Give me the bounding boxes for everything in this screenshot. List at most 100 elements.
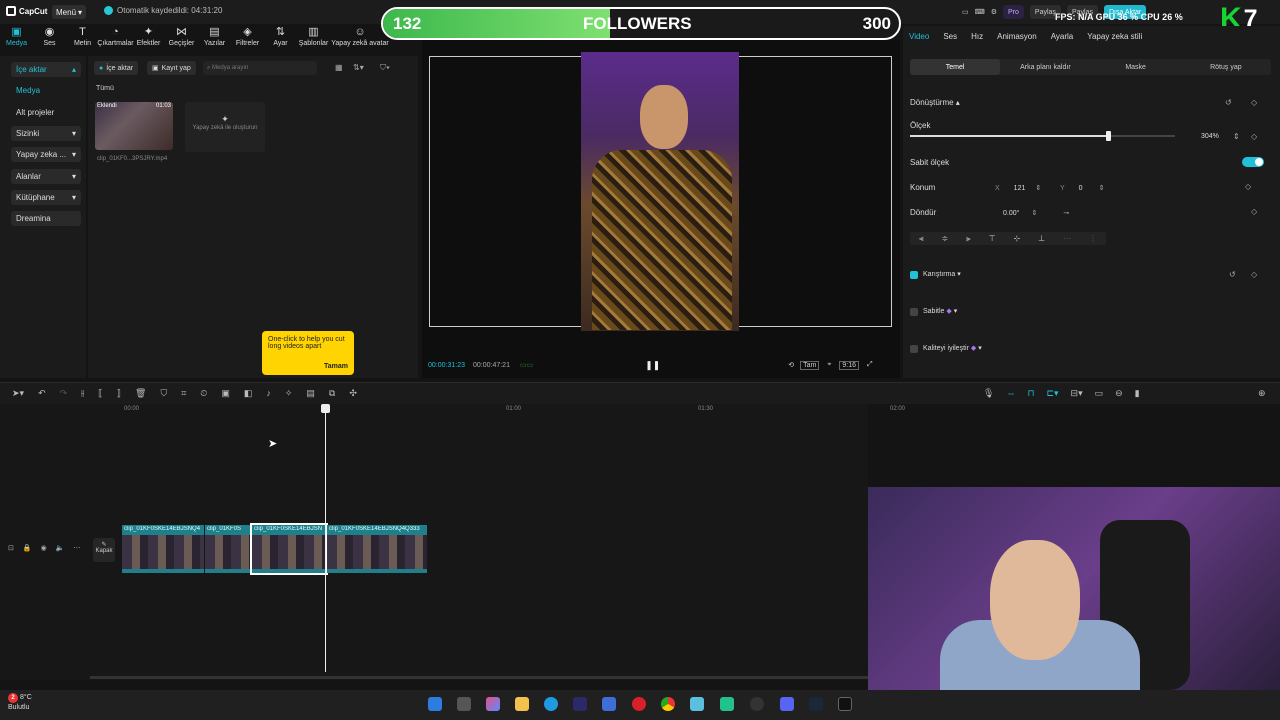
properties-subtab[interactable]: Rötuş yap	[1181, 59, 1271, 75]
select-tool-icon[interactable]: ➤▾	[12, 388, 24, 399]
edge-icon[interactable]	[544, 697, 558, 711]
app-icon[interactable]	[690, 697, 704, 711]
timeline-clip-selected[interactable]: clip_01KF0SKE14EBJSN	[250, 523, 328, 575]
export-frame-icon[interactable]: ⧉	[329, 388, 335, 399]
cover-button[interactable]: ✎ Kapak	[93, 538, 115, 562]
task-view-icon[interactable]	[457, 697, 471, 711]
playhead-handle[interactable]	[321, 404, 330, 413]
keyframe-icon[interactable]: ◇	[1251, 270, 1257, 279]
microphone-icon[interactable]: 🎙	[983, 388, 994, 399]
tab-3[interactable]: ◔ Çıkartmalar	[97, 26, 133, 52]
keyframe-icon[interactable]: ◇	[1251, 132, 1257, 141]
whatsapp-icon[interactable]	[720, 697, 734, 711]
split-icon[interactable]: ⫲	[81, 388, 84, 399]
rotate-dial-icon[interactable]: ⊸	[1063, 209, 1069, 217]
nav-spaces[interactable]: Alanlar ▾	[11, 169, 81, 184]
blend-checkbox[interactable]	[910, 271, 918, 279]
fit-button[interactable]: Tam	[800, 360, 820, 370]
link-icon[interactable]: ⇔	[1006, 388, 1015, 399]
zoom-out-icon[interactable]: ⊖	[1115, 388, 1123, 399]
distribute-h-icon[interactable]: ⋯	[1063, 234, 1071, 243]
timeline-clip[interactable]: clip_01KF0S	[205, 525, 251, 573]
track-toggle-icon[interactable]: ⊡	[8, 544, 14, 552]
position-x-field[interactable]: X 121 ⇕	[995, 182, 1041, 194]
rotate-field[interactable]: 0.00° ⇕ ⊸	[1003, 207, 1069, 219]
scale-slider[interactable]	[910, 131, 1175, 141]
discord-icon[interactable]	[780, 697, 794, 711]
tab-1[interactable]: ◉ Ses	[33, 26, 66, 52]
layout-icon[interactable]: ▭	[962, 8, 969, 16]
nav-library[interactable]: Kütüphane ▾	[11, 190, 81, 205]
nav-subprojects[interactable]: Alt projeler	[11, 105, 81, 120]
snap-icon[interactable]: ⊏▾	[1046, 388, 1058, 399]
steam-icon[interactable]	[809, 697, 823, 711]
filter-icon[interactable]: ⛉▾	[380, 63, 390, 73]
tab-4[interactable]: ✦ Efektler	[132, 26, 165, 52]
media-search-input[interactable]: ⌕ Medya arayın	[203, 61, 317, 75]
eye-icon[interactable]: ◉	[41, 544, 47, 552]
pro-button[interactable]: Pro	[1003, 5, 1024, 19]
record-button[interactable]: ▣ Kayıt yap	[147, 61, 196, 75]
copilot-icon[interactable]	[486, 697, 500, 711]
distribute-v-icon[interactable]: ⋮	[1089, 234, 1097, 243]
opera-icon[interactable]	[632, 697, 646, 711]
nav-yours[interactable]: Sizinki ▾	[11, 126, 81, 141]
reset-icon[interactable]: ↺	[1229, 270, 1236, 279]
file-explorer-icon[interactable]	[515, 697, 529, 711]
properties-tab[interactable]: Animasyon	[997, 32, 1037, 41]
position-y-field[interactable]: Y 0 ⇕	[1060, 182, 1104, 194]
align-bottom-icon[interactable]: ⊥	[1038, 234, 1045, 243]
media-thumbnail[interactable]: Eklendi 01:03	[95, 102, 173, 150]
zoom-in-icon[interactable]: ⊕	[1258, 388, 1266, 399]
properties-subtab[interactable]: Arka planı kaldır	[1000, 59, 1090, 75]
enhance-checkbox[interactable]	[910, 345, 918, 353]
properties-subtab[interactable]: Temel	[910, 59, 1001, 75]
delete-icon[interactable]: 🗑	[135, 388, 146, 399]
store-icon[interactable]	[573, 697, 587, 711]
outlook-icon[interactable]	[602, 697, 616, 711]
blend-heading[interactable]: Karıştırma ▾	[923, 270, 961, 278]
scale-slider-handle[interactable]	[1106, 131, 1112, 141]
obs-icon[interactable]	[750, 697, 764, 711]
audio-extract-icon[interactable]: ♪	[266, 388, 271, 399]
stepper-icon[interactable]: ⇕	[1035, 184, 1041, 192]
align-left-icon[interactable]: ⫷	[919, 234, 924, 244]
stabilize-heading[interactable]: Sabitle ◆ ▾	[923, 307, 957, 315]
more-tools-icon[interactable]: ✣	[349, 388, 357, 399]
speed-icon[interactable]: ⏲	[200, 388, 207, 399]
tab-7[interactable]: ◈ Filtreler	[231, 26, 264, 52]
split-view-icon[interactable]: ⊟▾	[1071, 388, 1083, 399]
windows-start-icon[interactable]	[428, 697, 442, 711]
tab-2[interactable]: T Metin	[66, 26, 99, 52]
lock-icon[interactable]: 🔒	[23, 544, 32, 552]
zoom-slider-handle[interactable]: ▮	[1135, 388, 1140, 399]
nav-ai[interactable]: Yapay zeka ... ▾	[11, 147, 81, 162]
align-top-icon[interactable]: ⊤	[989, 234, 996, 243]
scale-value[interactable]: 304%	[1201, 133, 1219, 140]
timeline-clip[interactable]: clip_01KF0SKE14EBJSNQ4	[122, 525, 204, 573]
magic-icon[interactable]: ✧	[285, 388, 293, 399]
playhead[interactable]	[325, 406, 326, 672]
properties-tab[interactable]: Yapay zeka stili	[1087, 32, 1142, 41]
preview-axis-icon[interactable]: ▭	[1095, 388, 1104, 399]
redo-icon[interactable]: ↷	[60, 388, 68, 399]
timeline[interactable]: 00:00 01:00 01:30 02:00 ⊡ 🔒 ◉ 🔈 ⋯ ✎ Kapak cli…	[0, 404, 905, 680]
import-button[interactable]: ● İçe aktar	[94, 61, 139, 75]
freeze-icon[interactable]: ▣	[221, 388, 230, 399]
properties-subtab[interactable]: Maske	[1091, 59, 1181, 75]
tooltip-ok-button[interactable]: Tamam	[324, 363, 348, 370]
shield-icon[interactable]: ⛉	[160, 388, 167, 399]
tab-5[interactable]: ⋈ Geçişler	[165, 26, 198, 52]
keyboard-icon[interactable]: ⌨	[975, 8, 985, 16]
nav-dreamina[interactable]: Dreamina	[11, 211, 81, 226]
stepper-icon[interactable]: ⇕	[1031, 209, 1037, 217]
mirror-icon[interactable]: ◧	[244, 388, 253, 399]
properties-tab[interactable]: Video	[909, 32, 929, 41]
tab-10[interactable]: ☺ Yapay zekâ avatar	[330, 26, 390, 52]
align-hcenter-icon[interactable]: ≑	[941, 234, 948, 243]
undo-icon[interactable]: ↶	[38, 388, 46, 399]
crop-icon[interactable]: ⌗	[181, 388, 186, 399]
keyframe-icon[interactable]: ◇	[1251, 98, 1257, 107]
menu-button[interactable]: Menü ▾	[52, 5, 87, 19]
split-left-icon[interactable]: ⟦	[98, 388, 102, 399]
